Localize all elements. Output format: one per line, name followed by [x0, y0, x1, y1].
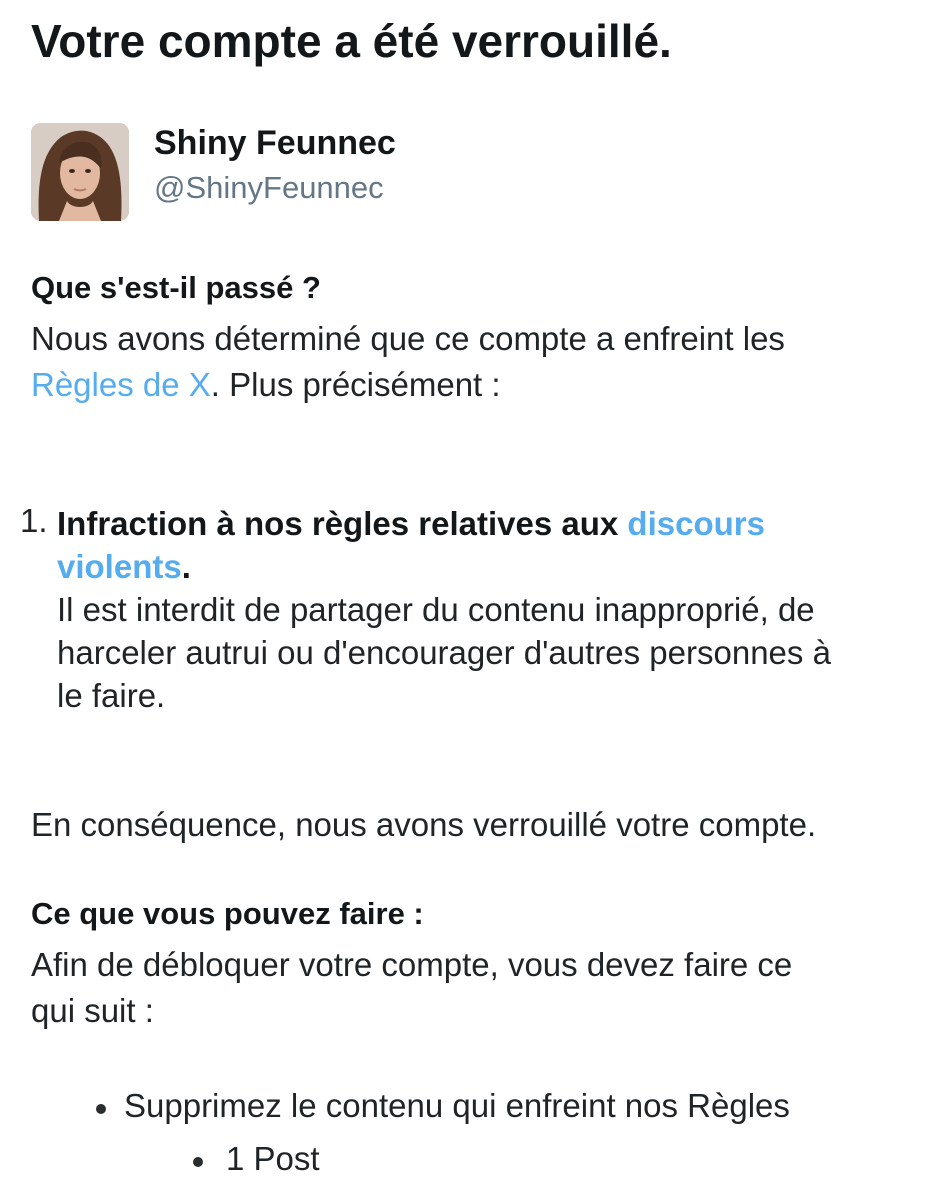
avatar	[31, 123, 129, 221]
violation-description-line3: le faire.	[57, 677, 166, 714]
violation-title-line1: Infraction à nos règles relatives aux di…	[57, 502, 831, 545]
violation-title-suffix: .	[181, 548, 191, 585]
violation-title-prefix: Infraction à nos règles relatives aux	[57, 505, 628, 542]
action-item-delete-content: Supprimez le contenu qui enfreint nos Rè…	[124, 1087, 790, 1124]
rules-link[interactable]: Règles de X	[31, 366, 211, 403]
avatar-photo	[31, 123, 129, 221]
what-you-can-do-line1: Afin de débloquer votre compte, vous dev…	[31, 946, 793, 983]
what-you-can-do-line2: qui suit :	[31, 992, 154, 1029]
violation-title-line2: violents.	[57, 545, 831, 588]
bullet-icon	[193, 1157, 203, 1167]
violation-item: Infraction à nos règles relatives aux di…	[57, 502, 831, 717]
what-happened-heading: Que s'est-il passé ?	[31, 270, 321, 305]
action-subitem-post: 1 Post	[226, 1140, 320, 1177]
violation-number: 1.	[20, 502, 48, 539]
violent-speech-link[interactable]: discours	[627, 505, 765, 542]
profile-handle[interactable]: @ShinyFeunnec	[154, 170, 384, 206]
profile-display-name[interactable]: Shiny Feunnec	[154, 124, 396, 163]
violation-description-line2: harceler autrui ou d'encourager d'autres…	[57, 634, 831, 671]
what-you-can-do-heading: Ce que vous pouvez faire :	[31, 896, 424, 931]
violation-description-line1: Il est interdit de partager du contenu i…	[57, 591, 815, 628]
bullet-icon	[96, 1104, 106, 1114]
consequence-text: En conséquence, nous avons verrouillé vo…	[31, 806, 817, 843]
what-happened-line1: Nous avons déterminé que ce compte a enf…	[31, 320, 785, 357]
what-happened-line2-rest: . Plus précisément :	[210, 366, 501, 403]
what-happened-line2: Règles de X. Plus précisément :	[31, 362, 501, 408]
page-title: Votre compte a été verrouillé.	[31, 15, 672, 67]
violent-speech-link-continued[interactable]: violents	[57, 548, 182, 585]
